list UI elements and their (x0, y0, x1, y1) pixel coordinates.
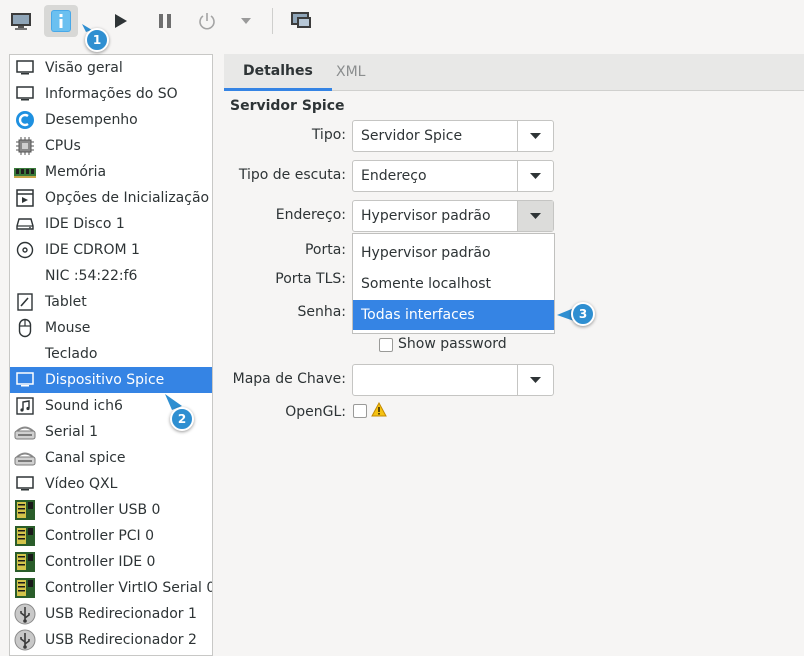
callout-pointers (82, 24, 574, 410)
callout-3: 3 (571, 302, 595, 326)
callout-1: 1 (85, 28, 109, 52)
callout-2: 2 (170, 407, 194, 431)
